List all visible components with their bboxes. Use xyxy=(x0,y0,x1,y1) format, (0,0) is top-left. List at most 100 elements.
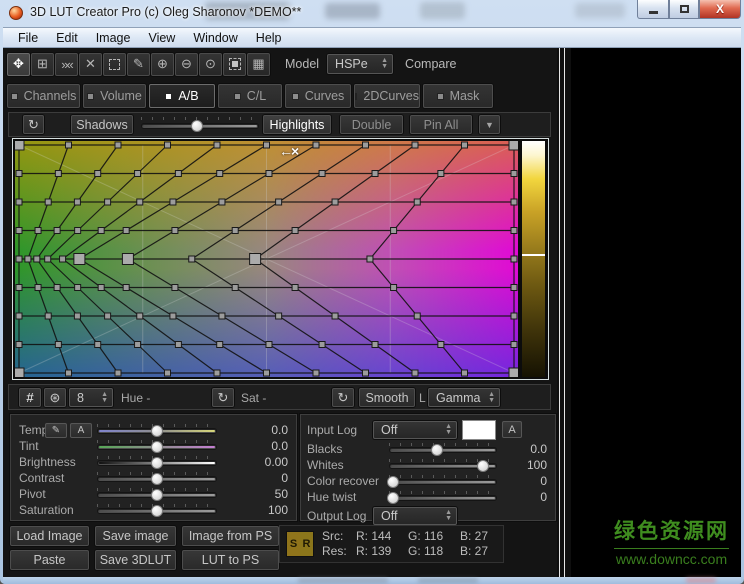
slider-handle[interactable] xyxy=(477,460,489,472)
grid-handle[interactable] xyxy=(412,370,418,376)
grid-handle[interactable] xyxy=(511,313,517,319)
grid-handle[interactable] xyxy=(319,342,325,348)
grid-handle[interactable] xyxy=(214,370,220,376)
gradient-marker[interactable] xyxy=(522,254,545,256)
tab-2dcurves[interactable]: 2DCurves xyxy=(354,84,420,108)
tab-channels[interactable]: Channels xyxy=(7,84,80,108)
grid-handle[interactable] xyxy=(16,171,22,177)
grid-handle[interactable] xyxy=(175,171,181,177)
grid-handle[interactable] xyxy=(391,228,397,234)
zoom-out-button[interactable]: ⊖ xyxy=(175,53,198,76)
spinner-arrows-icon[interactable]: ▲▼ xyxy=(445,424,452,436)
grid-handle[interactable] xyxy=(372,171,378,177)
grid-handle[interactable] xyxy=(292,228,298,234)
grid-handle[interactable] xyxy=(135,342,141,348)
grid-handle[interactable] xyxy=(175,342,181,348)
menu-item-view[interactable]: View xyxy=(139,29,184,47)
grid-handle[interactable] xyxy=(219,313,225,319)
temp-eyedropper-button[interactable]: ✎ xyxy=(45,423,67,438)
reset-sat-button[interactable]: ↻ xyxy=(332,388,354,407)
grid-handle[interactable] xyxy=(35,228,41,234)
grid-handle[interactable] xyxy=(16,199,22,205)
save-image-button[interactable]: Save image xyxy=(95,526,176,546)
grid-handle[interactable] xyxy=(137,313,143,319)
grid-handle[interactable] xyxy=(511,228,517,234)
app-icon[interactable] xyxy=(9,6,23,20)
output-log-dropdown[interactable]: Off ▲▼ xyxy=(373,507,457,525)
grid-handle[interactable] xyxy=(189,256,195,262)
grid-cells-button[interactable]: ▦ xyxy=(247,53,270,76)
grid-handle[interactable] xyxy=(511,199,517,205)
input-log-dropdown[interactable]: Off ▲▼ xyxy=(373,421,457,439)
grid-handle[interactable] xyxy=(219,199,225,205)
grid-handle[interactable] xyxy=(414,313,420,319)
ab-color-field[interactable]: ←× xyxy=(15,141,518,377)
tab-ab[interactable]: A/B xyxy=(149,84,215,108)
grid-handle[interactable] xyxy=(95,342,101,348)
grid-handle[interactable] xyxy=(34,256,40,262)
grid-handle[interactable] xyxy=(232,285,238,291)
grid-handle[interactable] xyxy=(292,285,298,291)
grid-size-spinner[interactable]: 8 ▲▼ xyxy=(69,388,113,407)
grid-handle[interactable] xyxy=(276,313,282,319)
gamma-dropdown[interactable]: Gamma ▲▼ xyxy=(428,388,500,407)
slider-handle[interactable] xyxy=(387,476,399,488)
auto-button[interactable]: A xyxy=(70,423,92,438)
menu-item-window[interactable]: Window xyxy=(184,29,246,47)
grid-handle[interactable] xyxy=(165,370,171,376)
grid-handle[interactable] xyxy=(332,313,338,319)
paste-button[interactable]: Paste xyxy=(10,550,89,570)
slider-handle[interactable] xyxy=(151,457,163,469)
slider-handle[interactable] xyxy=(151,489,163,501)
grid-handle[interactable] xyxy=(25,256,31,262)
pivot-slider[interactable] xyxy=(97,492,217,498)
tab-volume[interactable]: Volume xyxy=(83,84,146,108)
grid-handle[interactable] xyxy=(55,342,61,348)
grid-handle[interactable] xyxy=(105,199,111,205)
grid-handle[interactable] xyxy=(16,313,22,319)
reset-hue-button[interactable]: ↻ xyxy=(212,388,234,407)
color-wheel-button[interactable]: ⊛ xyxy=(44,388,66,407)
tab-mask[interactable]: Mask xyxy=(423,84,493,108)
expand-points-button[interactable]: ✕ xyxy=(79,53,102,76)
tint-slider[interactable] xyxy=(97,444,217,450)
brightness-slider[interactable] xyxy=(97,460,217,466)
pan-tool-button[interactable]: ✥ xyxy=(7,53,30,76)
grid-handle[interactable] xyxy=(511,285,517,291)
grid-handle[interactable] xyxy=(165,142,171,148)
image-from-ps-button[interactable]: Image from PS xyxy=(182,526,279,546)
grid-handle[interactable] xyxy=(45,199,51,205)
grid-handle[interactable] xyxy=(462,142,468,148)
grid-handle[interactable] xyxy=(74,254,85,265)
grid-handle[interactable] xyxy=(313,142,319,148)
grid-handle[interactable] xyxy=(438,171,444,177)
grid-handle[interactable] xyxy=(122,254,133,265)
spinner-arrows-icon[interactable]: ▲▼ xyxy=(445,510,452,522)
grid-display-button[interactable]: # xyxy=(19,388,41,407)
reset-grid-button[interactable]: ↻ xyxy=(23,115,44,134)
grid-handle[interactable] xyxy=(135,171,141,177)
grid-handle[interactable] xyxy=(414,199,420,205)
slider-handle[interactable] xyxy=(151,441,163,453)
image-preview-area[interactable]: 绿色资源网 www.downcc.com xyxy=(571,48,741,577)
title-bar[interactable]: 3D LUT Creator Pro (c) Oleg Sharonov *DE… xyxy=(0,0,744,27)
grid-handle[interactable] xyxy=(509,368,518,377)
grid-handle[interactable] xyxy=(232,228,238,234)
grid-handle[interactable] xyxy=(363,370,369,376)
grid-handle[interactable] xyxy=(217,171,223,177)
tab-curves[interactable]: Curves xyxy=(285,84,351,108)
huetwist-slider[interactable] xyxy=(389,495,497,501)
grid-handle[interactable] xyxy=(15,368,24,377)
grid-handle[interactable] xyxy=(172,228,178,234)
marquee-select-button[interactable] xyxy=(103,53,126,76)
maximize-button[interactable] xyxy=(669,0,699,19)
tab-cl[interactable]: C/L xyxy=(218,84,282,108)
grid-handle[interactable] xyxy=(16,285,22,291)
grid-handle[interactable] xyxy=(123,285,129,291)
slider-handle[interactable] xyxy=(151,505,163,517)
grid-handle[interactable] xyxy=(264,142,270,148)
grid-handle[interactable] xyxy=(55,171,61,177)
grid-handle[interactable] xyxy=(372,342,378,348)
grid-handle[interactable] xyxy=(16,228,22,234)
grid-handle[interactable] xyxy=(74,199,80,205)
